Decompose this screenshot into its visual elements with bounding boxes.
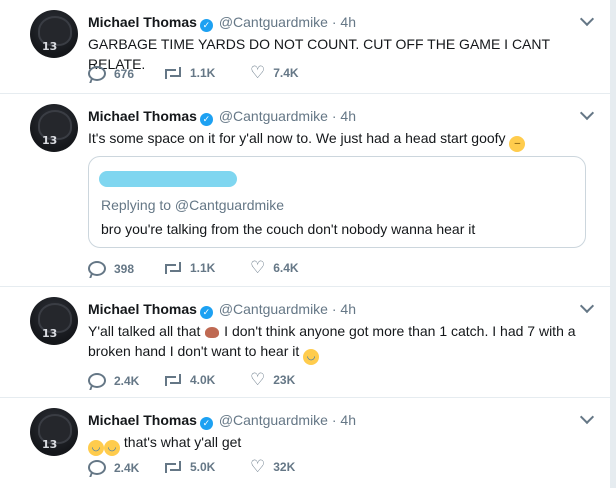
tweet-feed: 13 Michael Thomas ✓ @Cantguardmike · 4h G… [0,0,611,488]
avatar[interactable]: 13 [30,408,78,456]
author-handle[interactable]: @Cantguardmike [219,14,328,30]
tweet-text: GARBAGE TIME YARDS DO NOT COUNT. CUT OFF… [88,36,550,72]
author-name[interactable]: Michael Thomas [88,108,197,124]
like-button[interactable]: ♡ 23K [250,370,296,389]
avatar-number: 13 [42,134,58,147]
separator: · [331,108,337,124]
heart-icon: ♡ [250,258,266,277]
pile-of-poo-emoji-icon [204,323,220,339]
retweet-icon [164,461,182,473]
tweet[interactable]: 13 Michael Thomas ✓ @Cantguardmike · 4h I… [0,94,610,287]
verified-badge-icon: ✓ [199,19,213,32]
tweet-header: Michael Thomas ✓ @Cantguardmike · 4h [88,108,356,126]
reply-count: 676 [114,66,135,81]
reply-icon [88,261,106,276]
tweet-text-container: It's some space on it for y'all now to. … [88,128,588,152]
tweet-text: that's what y'all get [120,434,242,450]
quoted-tweet[interactable]: Replying to @Cantguardmike bro you're ta… [88,156,586,248]
reply-button[interactable]: 2.4K [88,373,139,388]
tweet[interactable]: 13 Michael Thomas ✓ @Cantguardmike · 4h ◡… [0,398,610,488]
like-button[interactable]: ♡ 6.4K [250,258,299,277]
retweet-count: 1.1K [190,66,216,80]
timestamp[interactable]: 4h [340,108,356,124]
chevron-down-icon[interactable] [579,298,595,314]
tweet-text: It's some space on it for y'all now to. … [88,130,506,146]
verified-badge-icon: ✓ [199,417,213,430]
expressionless-face-emoji-icon: – [509,136,526,152]
reply-button[interactable]: 2.4K [88,460,139,475]
heart-icon: ♡ [250,63,266,82]
heart-icon: ♡ [250,370,266,389]
tears-of-joy-emoji-icon: ◡ [303,349,320,365]
retweet-button[interactable]: 1.1K [164,66,215,80]
retweet-icon [164,262,182,274]
redacted-username [99,171,237,187]
avatar-number: 13 [42,40,58,53]
tweet-header: Michael Thomas ✓ @Cantguardmike · 4h [88,412,356,430]
retweet-icon [164,67,182,79]
tweet[interactable]: 13 Michael Thomas ✓ @Cantguardmike · 4h G… [0,0,610,94]
like-button[interactable]: ♡ 7.4K [250,63,299,82]
avatar-number: 13 [42,438,58,451]
reply-button[interactable]: 398 [88,261,134,276]
tweet-text-container: Y'all talked all that I don't think anyo… [88,321,588,365]
reply-count: 398 [114,261,135,276]
retweet-button[interactable]: 1.1K [164,261,215,275]
reply-button[interactable]: 676 [88,66,134,81]
chevron-down-icon[interactable] [579,105,595,121]
timestamp[interactable]: 4h [340,14,356,30]
verified-badge-icon: ✓ [199,306,213,319]
tweet-header: Michael Thomas ✓ @Cantguardmike · 4h [88,14,356,32]
reply-count: 2.4K [114,373,140,388]
separator: · [331,412,337,428]
avatar[interactable]: 13 [30,104,78,152]
quoted-tweet-text: bro you're talking from the couch don't … [101,221,476,237]
separator: · [331,301,337,317]
retweet-button[interactable]: 5.0K [164,460,215,474]
tweet-header: Michael Thomas ✓ @Cantguardmike · 4h [88,301,356,319]
like-count: 6.4K [273,261,299,275]
reply-icon [88,66,106,81]
avatar-number: 13 [42,327,58,340]
retweet-button[interactable]: 4.0K [164,373,215,387]
retweet-icon [164,374,182,386]
chevron-down-icon[interactable] [579,409,595,425]
like-button[interactable]: ♡ 32K [250,457,296,476]
verified-badge-icon: ✓ [199,113,213,126]
author-handle[interactable]: @Cantguardmike [219,412,328,428]
timestamp[interactable]: 4h [340,301,356,317]
tweet[interactable]: 13 Michael Thomas ✓ @Cantguardmike · 4h Y… [0,287,610,398]
reply-icon [88,373,106,388]
author-handle[interactable]: @Cantguardmike [219,301,328,317]
heart-icon: ♡ [250,457,266,476]
like-count: 32K [273,460,296,474]
tweet-text-part1: Y'all talked all that [88,323,201,339]
tears-of-joy-emoji-icon: ◡ [104,440,120,456]
author-handle[interactable]: @Cantguardmike [219,108,328,124]
avatar[interactable]: 13 [30,297,78,345]
replying-to-label: Replying to @Cantguardmike [101,197,285,213]
author-name[interactable]: Michael Thomas [88,301,197,317]
separator: · [331,14,337,30]
timestamp[interactable]: 4h [340,412,356,428]
retweet-count: 5.0K [190,460,216,474]
author-name[interactable]: Michael Thomas [88,412,197,428]
avatar[interactable]: 13 [30,10,78,58]
author-name[interactable]: Michael Thomas [88,14,197,30]
tears-of-joy-emoji-icon: ◡ [88,440,104,456]
reply-icon [88,460,106,475]
chevron-down-icon[interactable] [579,11,595,27]
like-count: 23K [273,373,296,387]
reply-count: 2.4K [114,460,140,475]
retweet-count: 1.1K [190,261,216,275]
tweet-text-container: ◡ ◡ that's what y'all get [88,432,588,456]
retweet-count: 4.0K [190,373,216,387]
like-count: 7.4K [273,66,299,80]
